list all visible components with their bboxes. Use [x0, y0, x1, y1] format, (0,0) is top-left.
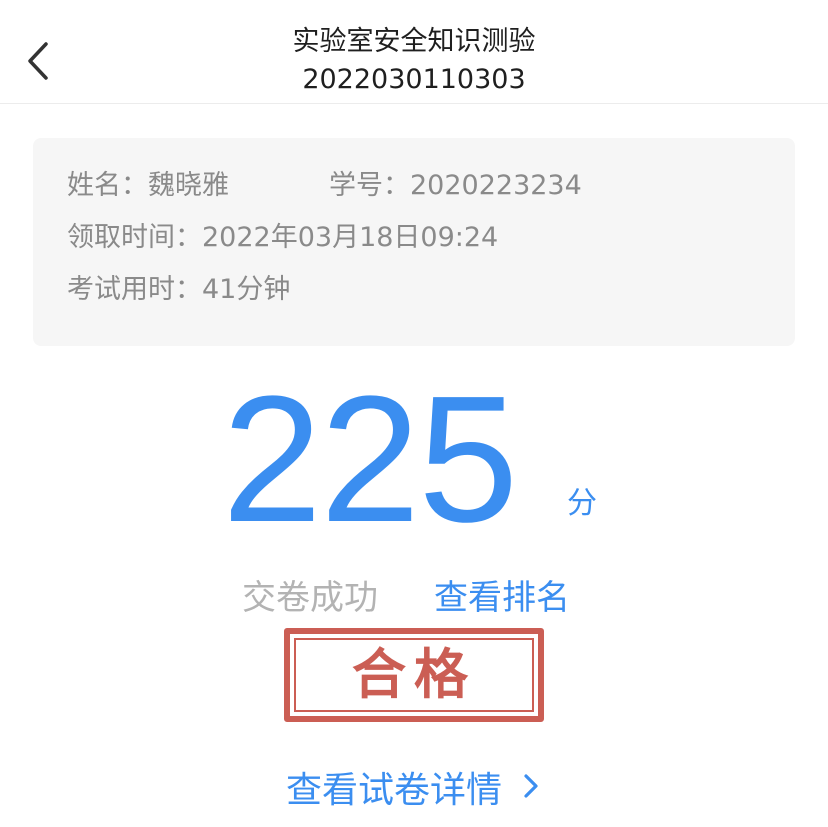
- view-exam-details-link[interactable]: 查看试卷详情: [286, 766, 539, 816]
- name-value: 魏晓雅: [148, 170, 229, 201]
- stamp-text: 合格: [352, 643, 476, 706]
- student-id-label: 学号：: [329, 170, 410, 201]
- name-row: 姓名：魏晓雅: [67, 168, 229, 204]
- pass-stamp: 合格: [284, 628, 544, 722]
- exam-code: 2022030110303: [302, 64, 526, 95]
- score-unit: 分: [567, 486, 597, 521]
- submit-status: 交卷成功: [242, 578, 378, 618]
- score-value: 225: [222, 359, 518, 560]
- page-title: 实验室安全知识测验: [292, 26, 536, 57]
- chevron-right-icon: [523, 764, 539, 814]
- duration-label: 考试用时：: [67, 274, 202, 305]
- view-ranking-link[interactable]: 查看排名: [434, 576, 570, 620]
- receive-time-row: 领取时间：2022年03月18日09:24: [67, 220, 498, 256]
- student-info-card: 姓名：魏晓雅 学号：2020223234 领取时间：2022年03月18日09:…: [33, 138, 795, 346]
- name-label: 姓名：: [67, 170, 148, 201]
- duration-row: 考试用时：41分钟: [67, 272, 290, 308]
- receive-time-value: 2022年03月18日09:24: [202, 222, 499, 253]
- navigation-bar: 实验室安全知识测验 2022030110303: [0, 0, 828, 104]
- details-link-label: 查看试卷详情: [286, 770, 503, 811]
- student-id-value: 2020223234: [410, 170, 582, 201]
- student-id-row: 学号：2020223234: [329, 168, 582, 204]
- receive-time-label: 领取时间：: [67, 222, 202, 253]
- duration-value: 41分钟: [202, 274, 291, 305]
